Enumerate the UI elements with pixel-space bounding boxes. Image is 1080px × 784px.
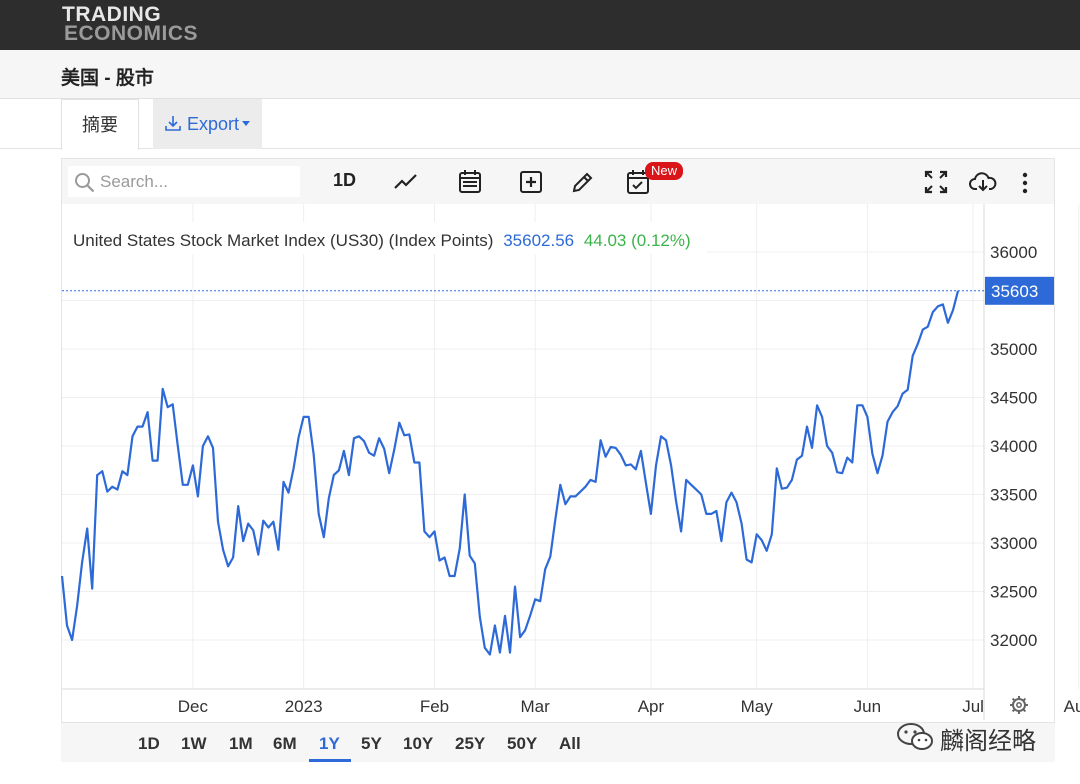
x-tick-label: Mar [521,697,551,716]
settings-icon[interactable] [1010,696,1028,714]
last-price-label: 35603 [991,282,1038,301]
x-tick-label: Apr [638,697,665,716]
range-5y[interactable]: 5Y [361,734,382,754]
chart-grid [62,204,1080,689]
active-range-indicator [309,759,351,762]
x-tick-label: Dec [178,697,209,716]
x-tick-label: 2023 [285,697,323,716]
range-50y[interactable]: 50Y [507,734,537,754]
last-price-tag: 35603 [985,276,1054,305]
y-tick-label: 34000 [990,437,1037,456]
range-6m[interactable]: 6M [273,734,297,754]
y-tick-label: 32000 [990,631,1037,650]
x-tick-label: Feb [420,697,449,716]
range-25y[interactable]: 25Y [455,734,485,754]
y-tick-label: 36000 [990,243,1037,262]
y-tick-label: 33000 [990,534,1037,553]
range-10y[interactable]: 10Y [403,734,433,754]
range-all[interactable]: All [559,734,581,754]
stock-line-chart: United States Stock Market Index (US30) … [60,204,1080,720]
watermark-text: 麟阁经略 [940,728,1036,755]
range-1w[interactable]: 1W [181,734,207,754]
last-value: 35602.56 [503,231,574,250]
wechat-icon [897,723,933,750]
chart-title: United States Stock Market Index (US30) … [73,231,691,250]
y-tick-label: 33500 [990,486,1037,505]
y-tick-label: 35000 [990,340,1037,359]
y-tick-label: 32500 [990,583,1037,602]
chart-title-text: United States Stock Market Index (US30) … [73,231,493,250]
range-1y[interactable]: 1Y [319,734,340,754]
x-tick-label: May [741,697,774,716]
series-line-us30 [60,290,960,656]
x-tick-label: Aug [1064,697,1080,716]
range-1d[interactable]: 1D [138,734,160,754]
x-tick-label: Jun [854,697,881,716]
y-tick-label: 34500 [990,389,1037,408]
range-1m[interactable]: 1M [229,734,253,754]
change-value: 44.03 (0.12%) [584,231,691,250]
x-tick-label: Jul [962,697,984,716]
x-tick-labels: Dec 2023 Feb Mar Apr May Jun Jul Aug [178,697,1080,716]
